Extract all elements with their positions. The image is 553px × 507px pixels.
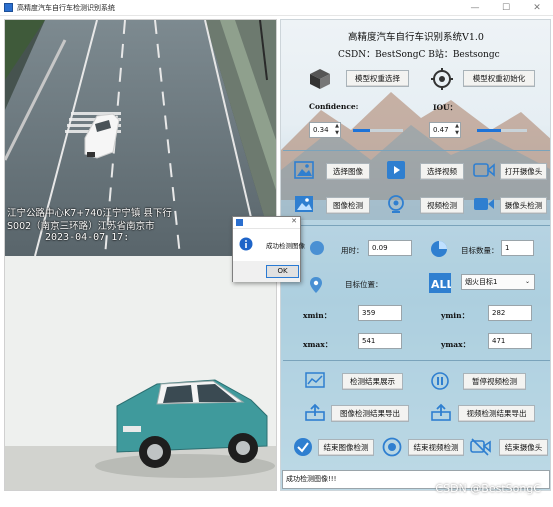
chevron-down-icon: ⌄: [524, 278, 530, 285]
ymin-label: ymin：: [441, 311, 470, 320]
pause-video-button[interactable]: 暂停视频检测: [463, 373, 526, 390]
line-chart-icon: [305, 372, 325, 388]
cube-icon: [310, 69, 330, 89]
info-icon: [239, 237, 253, 251]
count-label: 目标数量：: [461, 246, 499, 255]
divider: [283, 225, 550, 226]
video-overlay-line1: 江宁公路中心K7+740江宁宁镇 县下行: [7, 208, 172, 219]
image-detect-button[interactable]: 图像检测: [326, 197, 370, 214]
car-photo: [5, 256, 276, 490]
dialog-app-icon: [236, 219, 243, 226]
divider: [283, 360, 550, 361]
xmin-label: xmin：: [303, 311, 332, 320]
upload-icon: [431, 403, 451, 421]
confidence-label: Confidence:: [309, 102, 359, 111]
divider: [283, 150, 550, 151]
iou-slider-fill: [477, 129, 501, 132]
target-select[interactable]: 烟火目标1 ⌄: [461, 274, 535, 290]
ymin-value: 282: [488, 305, 532, 321]
dialog-titlebar: ✕: [233, 217, 300, 229]
app-title: 高精度汽车自行车识别系统V1.0: [348, 32, 484, 43]
pause-icon: [431, 372, 449, 390]
xmax-value: 541: [358, 333, 402, 349]
video-detect-button[interactable]: 视频检测: [420, 197, 464, 214]
video-overlay-line2: S002（南京三环路）江苏省南京市: [7, 221, 155, 232]
camera-icon: [473, 163, 495, 177]
target-icon: [431, 68, 453, 90]
camera-detect-icon: [474, 198, 494, 210]
ymax-value: 471: [488, 333, 532, 349]
window-title: 高精度汽车自行车检测识别系统: [17, 4, 115, 12]
select-image-button[interactable]: 选择图像: [326, 163, 370, 180]
confidence-slider-fill: [353, 129, 370, 132]
maximize-button[interactable]: ☐: [491, 0, 521, 16]
confidence-slider[interactable]: [353, 129, 403, 132]
window-titlebar: 高精度汽车自行车检测识别系统 — ☐ ✕: [0, 0, 553, 16]
export-image-button[interactable]: 图像检测结果导出: [331, 405, 409, 422]
select-video-button[interactable]: 选择视频: [420, 163, 464, 180]
iou-label: IOU：: [433, 103, 458, 112]
image-icon: [294, 161, 314, 179]
webcam-icon: [388, 195, 404, 213]
app-icon: [4, 3, 13, 12]
camera-detect-button[interactable]: 摄像头检测: [500, 197, 547, 214]
show-results-button[interactable]: 检测结果展示: [342, 373, 403, 390]
image-detect-icon: [295, 196, 313, 212]
ymax-label: ymax：: [441, 340, 471, 349]
clock-icon: [310, 241, 324, 255]
ok-button[interactable]: OK: [266, 265, 299, 278]
end-image-button[interactable]: 结束图像检测: [318, 439, 374, 456]
image-preview: [5, 256, 276, 490]
dialog-body: 成功检测图像: [233, 231, 305, 265]
iou-slider[interactable]: [477, 129, 527, 132]
svg-text:ALL: ALL: [431, 278, 451, 291]
play-video-icon: [387, 161, 405, 179]
iou-spin-arrows[interactable]: ▲ ▼: [454, 123, 460, 137]
target-select-value: 烟火目标1: [465, 278, 498, 286]
all-targets-icon: ALL: [429, 273, 451, 293]
credits: CSDN：BestSongC B站：Bestsongc: [338, 50, 500, 60]
watermark: CSDN @BestSongC: [435, 482, 541, 495]
end-camera-button[interactable]: 结束摄像头: [499, 439, 548, 456]
location-pin-icon: [310, 277, 322, 293]
xmax-label: xmax：: [303, 340, 333, 349]
minimize-button[interactable]: —: [460, 0, 490, 16]
confidence-spin-arrows[interactable]: ▲ ▼: [334, 123, 340, 137]
message-dialog: ✕ 成功检测图像 OK: [232, 216, 305, 282]
time-value: 0.09: [368, 240, 412, 256]
model-init-button[interactable]: 模型权重初始化: [463, 70, 535, 87]
model-select-button[interactable]: 模型权重选择: [346, 70, 409, 87]
stop-icon: [382, 437, 402, 457]
control-panel: 高精度汽车自行车识别系统V1.0 CSDN：BestSongC B站：Bests…: [280, 19, 551, 491]
export-video-button[interactable]: 视频检测结果导出: [458, 405, 535, 422]
video-overlay-time: 2023-04-07 17:: [45, 232, 130, 243]
end-video-button[interactable]: 结束视频检测: [408, 439, 464, 456]
position-label: 目标位置：: [345, 280, 383, 289]
dialog-close-button[interactable]: ✕: [291, 217, 297, 225]
count-value: 1: [501, 240, 534, 256]
upload-icon: [305, 403, 325, 421]
check-circle-icon: [294, 438, 312, 456]
pie-chart-icon: [431, 241, 447, 257]
xmin-value: 359: [358, 305, 402, 321]
open-camera-button[interactable]: 打开摄像头: [500, 163, 547, 180]
close-button[interactable]: ✕: [522, 0, 552, 16]
time-label: 用时：: [341, 246, 364, 255]
camera-off-icon: [470, 438, 491, 456]
dialog-footer: OK: [233, 261, 300, 282]
dialog-message: 成功检测图像: [266, 242, 305, 250]
